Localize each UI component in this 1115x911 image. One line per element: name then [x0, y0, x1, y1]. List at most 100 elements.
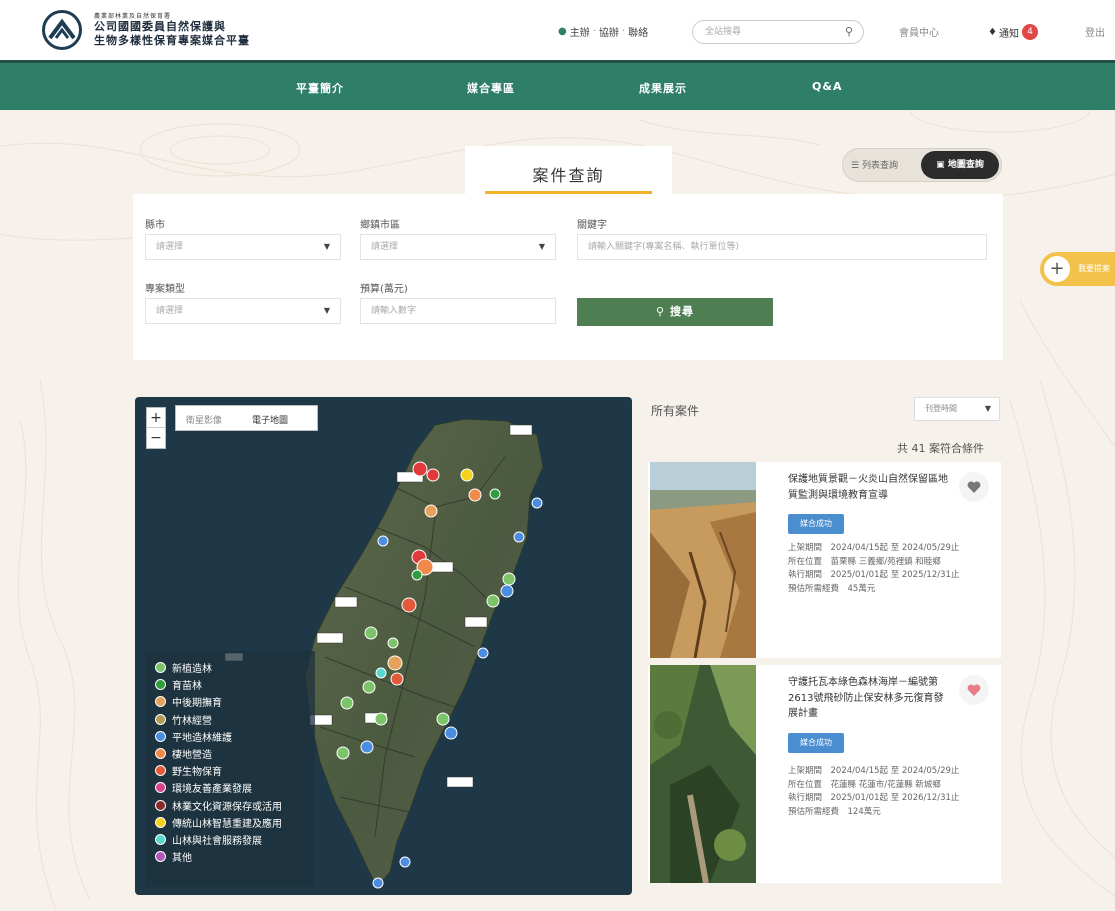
result-card-meta: 上架期間 2024/04/15起 至 2024/05/29止 所在位置 苗栗縣 …: [788, 542, 968, 596]
legend-color-dot-icon: [155, 662, 166, 674]
keyword-input-placeholder: 請輸入關鍵字(專案名稱、執行單位等): [588, 242, 740, 252]
bell-icon: ♦: [988, 26, 997, 38]
result-card-listing-period: 上架期間 2024/04/15起 至 2024/05/29止: [788, 543, 960, 553]
result-card-budget: 預估所需經費 124萬元: [788, 806, 881, 817]
site-search-placeholder: 全站搜尋: [705, 27, 742, 37]
chevron-down-icon: ▼: [538, 242, 545, 251]
list-icon: ☰: [851, 161, 860, 171]
floating-propose-tab[interactable]: + 我要提案: [1040, 252, 1115, 286]
search-icon[interactable]: ⚲: [845, 21, 853, 43]
util-link-2[interactable]: 協辦: [599, 24, 619, 39]
sort-select[interactable]: 刊登時間 ▼: [914, 397, 1000, 421]
favorite-heart-icon[interactable]: [959, 675, 989, 705]
map-legend: 新植造林 育苗林 中後期撫育 竹林經營 平地造林維護 棲地營造 野生物保育 環境友善產業發展林…: [145, 651, 315, 887]
legend-color-dot-icon: [155, 679, 166, 691]
nav-item-results[interactable]: 成果展示: [639, 80, 687, 96]
user-icon: ●: [558, 26, 567, 37]
map-type-electronic[interactable]: 電子地圖: [252, 413, 288, 426]
map-type-switch: 衛星影像 電子地圖: [175, 405, 318, 431]
project-type-select-value: 請選擇: [156, 306, 184, 316]
legend-color-dot-icon: [155, 833, 166, 845]
legend-label: 林業文化資源保存或活用: [172, 801, 282, 813]
notification-count-badge: 4: [1021, 24, 1038, 40]
logo-org-name: 農業部林業及自然保育署: [94, 12, 172, 20]
result-card-image: [650, 462, 756, 658]
chevron-down-icon: ▼: [323, 242, 330, 251]
case-search-tab[interactable]: 案件查詢: [465, 146, 672, 198]
legend-label: 中後期撫育: [172, 698, 222, 710]
legend-color-dot-icon: [155, 696, 166, 708]
sort-select-value: 刊登時間: [925, 404, 957, 413]
result-card[interactable]: 保護地質景觀－火炎山自然保留區地質監測與環境教育宣導 媒合成功 上架期間 202…: [648, 462, 1001, 658]
legend-item: 新植造林: [155, 659, 305, 676]
legend-label: 環境友善產業發展: [172, 784, 252, 796]
search-button[interactable]: ⚲ 搜尋: [577, 298, 773, 326]
nav-item-qa[interactable]: Q&A: [812, 80, 842, 93]
chevron-down-icon: ▼: [323, 306, 330, 315]
result-card-listing-period: 上架期間 2024/04/15起 至 2024/05/29止: [788, 766, 960, 776]
main-nav: 平臺簡介 媒合專區 成果展示 Q&A: [0, 60, 1115, 110]
plus-icon: +: [1042, 254, 1072, 284]
legend-color-dot-icon: [155, 851, 166, 863]
logout-link[interactable]: 登出: [1085, 24, 1105, 39]
zoom-in-button[interactable]: +: [147, 408, 165, 428]
legend-label: 野生物保育: [172, 767, 222, 779]
legend-color-dot-icon: [155, 730, 166, 742]
nav-item-matching[interactable]: 媒合專區: [467, 80, 515, 96]
district-select[interactable]: 請選擇 ▼: [360, 234, 556, 260]
site-logo[interactable]: 農業部林業及自然保育署 公司國國委員自然保護與 生物多樣性保育專案媒合平臺: [42, 10, 250, 50]
util-link-1[interactable]: 主辦: [570, 24, 590, 39]
result-card-title[interactable]: 守護托瓦本綠色森林海岸－編號第2613號飛砂防止保安林多元復育發展計畫: [788, 675, 953, 722]
site-search-input[interactable]: 全站搜尋 ⚲: [692, 20, 864, 44]
favorite-heart-icon[interactable]: [959, 472, 989, 502]
keyword-input[interactable]: 請輸入關鍵字(專案名稱、執行單位等): [577, 234, 987, 260]
filter-panel: 縣市 請選擇 ▼ 鄉鎮市區 請選擇 ▼ 關鍵字 請輸入關鍵字(專案名稱、執行單位…: [133, 194, 1003, 360]
legend-label: 棲地營造: [172, 750, 212, 762]
county-select[interactable]: 請選擇 ▼: [145, 234, 341, 260]
legend-label: 平地造林維護: [172, 732, 232, 744]
taiwan-island: [304, 418, 544, 888]
header-util-links: ● 主辦 · 協辦 · 聯絡: [558, 24, 649, 39]
member-center-link[interactable]: 會員中心: [899, 24, 939, 39]
result-card-exec-period: 執行期間 2025/01/01起 至 2025/12/31止: [788, 570, 960, 581]
legend-label: 山林與社會服務發展: [172, 835, 262, 847]
legend-item: 育苗林: [155, 676, 305, 693]
logo-title-line2: 生物多樣性保育專案媒合平臺: [94, 33, 250, 47]
result-card-exec-period: 執行期間 2025/01/01起 至 2026/12/31止: [788, 793, 960, 804]
zoom-out-button[interactable]: −: [147, 428, 165, 448]
legend-item: 林業文化資源保存或活用: [155, 797, 305, 814]
map-type-satellite[interactable]: 衛星影像: [186, 413, 222, 426]
legend-color-dot-icon: [155, 782, 166, 794]
legend-item: 平地造林維護: [155, 728, 305, 745]
notification-link[interactable]: ♦ 通知 4: [988, 24, 1038, 40]
floating-propose-label: 我要提案: [1078, 264, 1110, 273]
legend-item: 棲地營造: [155, 745, 305, 762]
result-card-image: [650, 665, 756, 883]
result-card[interactable]: 守護托瓦本綠色森林海岸－編號第2613號飛砂防止保安林多元復育發展計畫 媒合成功…: [648, 665, 1001, 883]
logo-emblem-icon: [42, 10, 82, 50]
project-type-select[interactable]: 請選擇 ▼: [145, 298, 341, 324]
result-card-status-badge: 媒合成功: [788, 733, 844, 753]
legend-label: 其他: [172, 853, 192, 865]
view-toggle: ☰ 列表查詢 ▣ 地圖查詢: [842, 148, 1002, 182]
result-card-title[interactable]: 保護地質景觀－火炎山自然保留區地質監測與環境教育宣導: [788, 472, 953, 503]
notification-label: 通知: [998, 28, 1019, 40]
result-card-status-badge: 媒合成功: [788, 514, 844, 534]
map-icon: ▣: [936, 160, 945, 170]
budget-label: 預算(萬元): [360, 284, 408, 295]
county-label: 縣市: [145, 220, 165, 231]
legend-item: 傳統山林智慧重建及應用: [155, 814, 305, 831]
map-view-button[interactable]: ▣ 地圖查詢: [921, 151, 999, 179]
nav-item-intro[interactable]: 平臺簡介: [296, 80, 344, 96]
project-type-label: 專案類型: [145, 284, 185, 295]
util-link-3[interactable]: 聯絡: [628, 24, 648, 39]
heart-shape: [967, 481, 981, 493]
district-label: 鄉鎮市區: [360, 220, 400, 231]
list-view-label: 列表查詢: [861, 161, 898, 171]
site-header: 農業部林業及自然保育署 公司國國委員自然保護與 生物多樣性保育專案媒合平臺 ● …: [0, 0, 1115, 62]
legend-item: 其他: [155, 848, 305, 865]
map-panel[interactable]: + − 衛星影像 電子地圖 新植造林 育苗林 中後期撫育 竹林經營 平地造林維護 棲地營造…: [135, 397, 632, 895]
list-view-button[interactable]: ☰ 列表查詢: [851, 158, 898, 171]
budget-input[interactable]: 請輸入數字: [360, 298, 556, 324]
map-view-label: 地圖查詢: [947, 160, 984, 170]
